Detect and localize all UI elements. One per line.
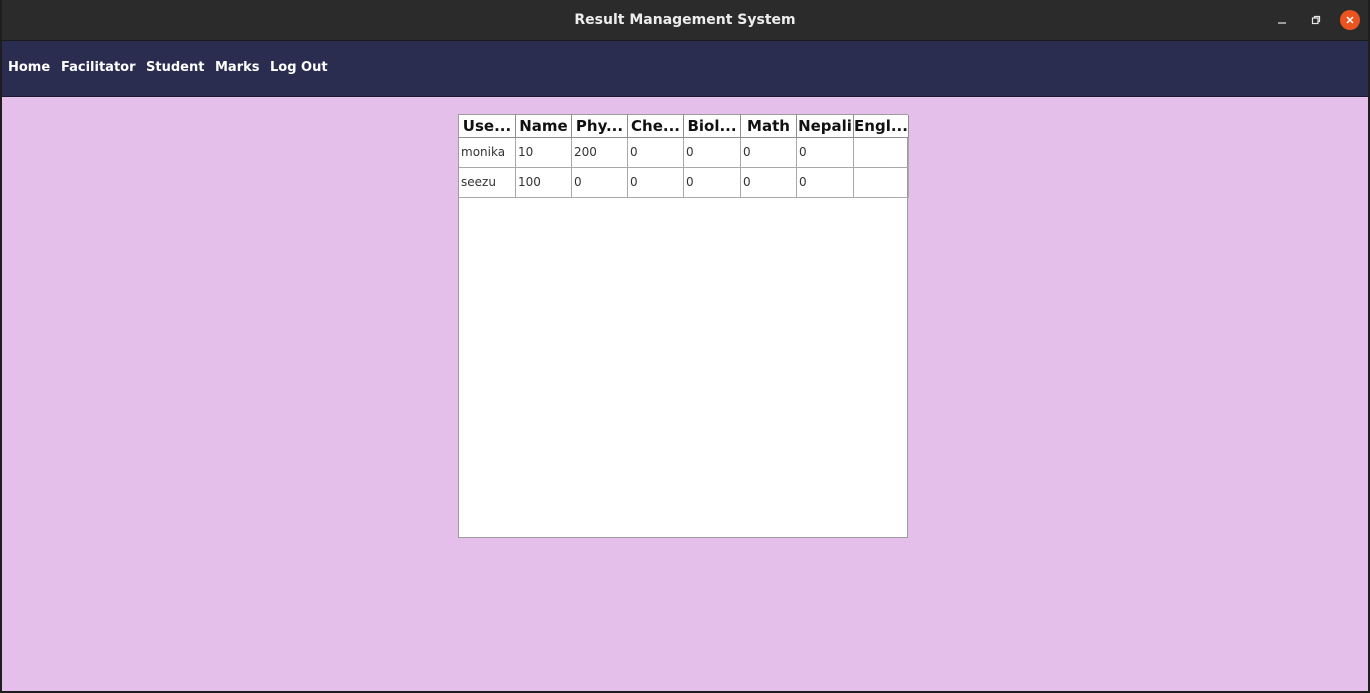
column-header-name[interactable]: Name — [516, 115, 572, 138]
table-cell[interactable]: 0 — [797, 138, 854, 168]
table-cell[interactable]: 0 — [797, 168, 854, 198]
table-cell[interactable]: 0 — [628, 138, 684, 168]
menu-item-log-out[interactable]: Log Out — [270, 60, 328, 75]
window-title: Result Management System — [574, 12, 796, 28]
table-cell[interactable]: 0 — [684, 168, 741, 198]
table-cell[interactable]: 10 — [516, 138, 572, 168]
title-bar[interactable]: Result Management System — [2, 0, 1368, 41]
minimize-button[interactable] — [1272, 10, 1292, 30]
column-header-biology[interactable]: Biol... — [684, 115, 741, 138]
restore-icon — [1311, 15, 1321, 25]
table-cell[interactable]: 0 — [572, 168, 628, 198]
table-cell[interactable] — [854, 168, 909, 198]
table-cell[interactable] — [854, 138, 909, 168]
menu-item-student[interactable]: Student — [146, 60, 204, 75]
close-button[interactable] — [1340, 10, 1360, 30]
menu-bar: Home Facilitator Student Marks Log Out — [2, 41, 1368, 97]
table-cell[interactable]: 0 — [741, 168, 797, 198]
table-row[interactable]: monika 10 200 0 0 0 0 — [459, 138, 909, 168]
table-cell[interactable]: 0 — [741, 138, 797, 168]
menu-item-facilitator[interactable]: Facilitator — [61, 60, 136, 75]
table-cell[interactable]: 200 — [572, 138, 628, 168]
table-header: Use... Name Phy... Che... Biol... Math N… — [459, 115, 909, 139]
minimize-icon — [1278, 22, 1286, 24]
menu-item-home[interactable]: Home — [8, 60, 50, 75]
column-header-chemistry[interactable]: Che... — [628, 115, 684, 138]
menu-item-marks[interactable]: Marks — [215, 60, 260, 75]
column-header-physics[interactable]: Phy... — [572, 115, 628, 138]
column-header-username[interactable]: Use... — [459, 115, 516, 138]
table-cell[interactable]: monika — [459, 138, 516, 168]
close-icon — [1346, 16, 1354, 24]
table-row[interactable]: seezu 100 0 0 0 0 0 — [459, 168, 909, 198]
column-header-math[interactable]: Math — [741, 115, 797, 138]
results-table[interactable]: Use... Name Phy... Che... Biol... Math N… — [458, 114, 909, 538]
table-cell[interactable]: 0 — [684, 138, 741, 168]
column-header-nepali[interactable]: Nepali — [797, 115, 854, 138]
table-cell[interactable]: seezu — [459, 168, 516, 198]
table-cell[interactable]: 100 — [516, 168, 572, 198]
column-header-english[interactable]: Engl... — [854, 115, 909, 138]
app-window: Result Management System Home Facilitato… — [0, 0, 1370, 693]
table-cell[interactable]: 0 — [628, 168, 684, 198]
maximize-button[interactable] — [1306, 10, 1326, 30]
